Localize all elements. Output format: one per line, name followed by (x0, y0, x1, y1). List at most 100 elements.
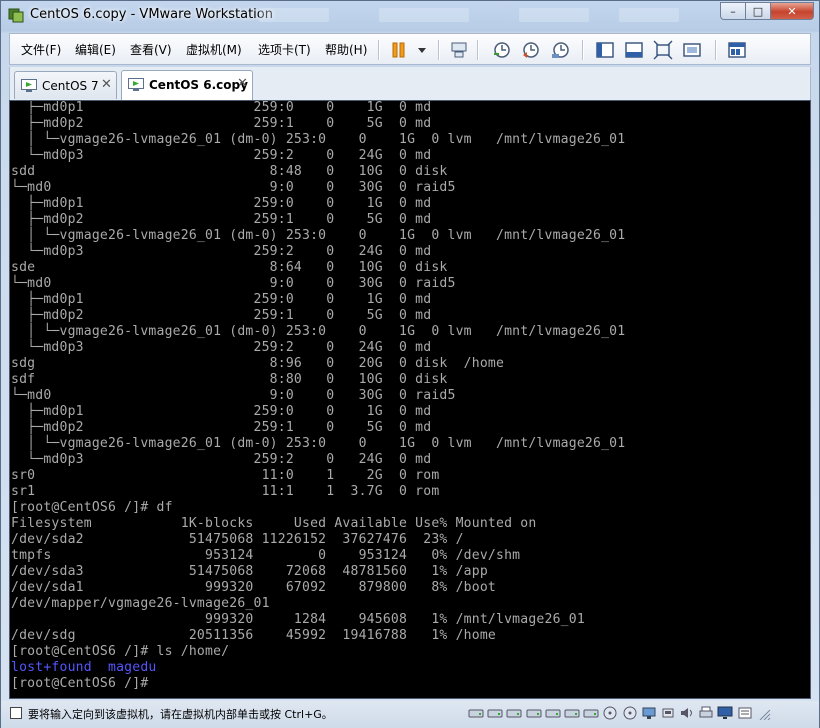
menu-vm[interactable]: 虚拟机(M) (186, 41, 242, 58)
title-bar[interactable]: CentOS 6.copy - VMware Workstation – □ ✕ (1, 1, 819, 31)
console-line: ├─md0p1 259:0 0 1G 0 md (11, 292, 432, 307)
status-bar: 要将输入定向到该虚拟机，请在虚拟机内部单击或按 Ctrl+G。 (1, 701, 819, 728)
console-line: └─md0p3 259:2 0 24G 0 md (11, 148, 432, 163)
thumbnail-icon[interactable] (727, 40, 747, 60)
console-view-icon[interactable] (624, 40, 644, 60)
network-adapter-icon[interactable] (641, 706, 657, 720)
console-line: sdg 8:96 0 20G 0 disk /home (11, 356, 505, 371)
console-line: │ └─vgmage26-lvmage26_01 (dm-0) 253:0 0 … (11, 132, 626, 147)
menu-view[interactable]: 查看(V) (130, 41, 172, 58)
window-controls: – □ ✕ (720, 2, 814, 20)
toolbar-separator (477, 40, 479, 60)
console-line: sde 8:64 0 10G 0 disk (11, 260, 448, 275)
resize-grip-icon[interactable] (756, 706, 772, 720)
console-line: ├─md0p1 259:0 0 1G 0 md (11, 404, 432, 419)
close-icon: ✕ (787, 4, 797, 18)
console-line: sdd 8:48 0 10G 0 disk (11, 164, 448, 179)
console-line: /dev/sdg 20511356 45992 19416788 1% /hom… (11, 628, 496, 643)
console-line: Filesystem 1K-blocks Used Available Use%… (11, 516, 537, 531)
console-line: [root@CentOS6 /]# ls /home/ (11, 644, 230, 659)
minimize-icon: – (730, 4, 736, 18)
console-output: ├─md0p1 259:0 0 1G 0 md ├─md0p2 259:1 0 … (11, 100, 626, 692)
minimize-button[interactable]: – (720, 2, 746, 20)
menu-file[interactable]: 文件(F) (21, 41, 61, 58)
sound-card-icon[interactable] (679, 706, 695, 720)
console-line: /dev/sda1 999320 67092 879800 8% /boot (11, 580, 496, 595)
toolbar-separator (378, 40, 380, 60)
menu-edit[interactable]: 编辑(E) (75, 41, 116, 58)
snapshot-manager-icon[interactable] (551, 40, 571, 60)
console-line: ├─md0p2 259:1 0 5G 0 md (11, 308, 432, 323)
vm-icon (21, 79, 37, 92)
cd-rom-icon[interactable] (602, 706, 618, 720)
message-log-icon[interactable] (737, 706, 753, 720)
vm-console[interactable]: ├─md0p1 259:0 0 1G 0 md ├─md0p2 259:1 0 … (9, 100, 811, 699)
cd-rom-icon[interactable] (622, 706, 638, 720)
dropdown-arrow-icon[interactable] (412, 40, 432, 60)
info-icon (10, 707, 22, 719)
tab-close-icon[interactable]: ✕ (237, 76, 248, 91)
hard-disk-icon[interactable] (526, 706, 542, 720)
vmware-window: CentOS 6.copy - VMware Workstation – □ ✕… (0, 0, 820, 728)
console-line: ├─md0p1 259:0 0 1G 0 md (11, 196, 432, 211)
console-line: 999320 1284 945608 1% /mnt/lvmage26_01 (11, 612, 585, 627)
console-line: sr0 11:0 1 2G 0 rom (11, 468, 440, 483)
vmware-app-icon (8, 8, 24, 23)
send-ctrl-alt-del-icon[interactable] (449, 40, 469, 60)
console-line: └─md0p3 259:2 0 24G 0 md (11, 244, 432, 259)
printer-icon[interactable] (698, 706, 714, 720)
console-line: sdf 8:80 0 10G 0 disk (11, 372, 448, 387)
tab-centos-6-copy[interactable]: CentOS 6.copy ✕ (121, 70, 253, 100)
close-button[interactable]: ✕ (770, 2, 814, 20)
console-line: [root@CentOS6 /]# df (11, 500, 173, 515)
console-line: └─md0 9:0 0 30G 0 raid5 (11, 388, 456, 403)
hard-disk-icon[interactable] (468, 706, 484, 720)
sidebar-toggle-icon[interactable] (595, 40, 615, 60)
vm-tab-strip: CentOS 7 ✕ CentOS 6.copy ✕ (9, 67, 811, 100)
console-line: ├─md0p1 259:0 0 1G 0 md (11, 100, 432, 115)
console-line: ├─md0p2 259:1 0 5G 0 md (11, 116, 432, 131)
menu-help[interactable]: 帮助(H) (325, 41, 367, 58)
toolbar-separator (582, 40, 584, 60)
console-line: └─md0p3 259:2 0 24G 0 md (11, 340, 432, 355)
snapshot-take-icon[interactable] (492, 40, 512, 60)
console-line: └─md0p3 259:2 0 24G 0 md (11, 452, 432, 467)
console-line: /dev/sda3 51475068 72068 48781560 1% /ap… (11, 564, 488, 579)
console-line: sr1 11:1 1 3.7G 0 rom (11, 484, 440, 499)
console-line: tmpfs 953124 0 953124 0% /dev/shm (11, 548, 521, 563)
unity-icon[interactable] (682, 40, 702, 60)
usb-icon[interactable] (660, 706, 676, 720)
menu-toolbar: 文件(F) 编辑(E) 查看(V) 虚拟机(M) 选项卡(T) 帮助(H) (9, 33, 811, 65)
window-title: CentOS 6.copy - VMware Workstation (30, 7, 273, 22)
console-line: ├─md0p2 259:1 0 5G 0 md (11, 420, 432, 435)
hard-disk-icon[interactable] (506, 706, 522, 720)
hard-disk-icon[interactable] (583, 706, 599, 720)
console-line: ├─md0p2 259:1 0 5G 0 md (11, 212, 432, 227)
background-window-ghosts (259, 8, 699, 22)
vm-icon (128, 78, 144, 91)
fullscreen-icon[interactable] (653, 40, 673, 60)
console-line: lost+found magedu (11, 660, 157, 675)
maximize-icon: □ (752, 4, 764, 18)
console-line: └─md0 9:0 0 30G 0 raid5 (11, 276, 456, 291)
hard-disk-icon[interactable] (487, 706, 503, 720)
console-line: └─md0 9:0 0 30G 0 raid5 (11, 180, 456, 195)
console-line: [root@CentOS6 /]# (11, 676, 149, 691)
console-line: │ └─vgmage26-lvmage26_01 (dm-0) 253:0 0 … (11, 228, 626, 243)
pause-icon[interactable] (389, 40, 409, 60)
device-icons (468, 706, 775, 720)
console-line: │ └─vgmage26-lvmage26_01 (dm-0) 253:0 0 … (11, 436, 626, 451)
status-message: 要将输入定向到该虚拟机，请在虚拟机内部单击或按 Ctrl+G。 (28, 708, 333, 721)
tab-centos-7[interactable]: CentOS 7 ✕ (14, 71, 117, 99)
display-icon[interactable] (717, 706, 733, 720)
hard-disk-icon[interactable] (545, 706, 561, 720)
hard-disk-icon[interactable] (564, 706, 580, 720)
tab-close-icon[interactable]: ✕ (101, 77, 112, 92)
console-line: /dev/mapper/vgmage26-lvmage26_01 (11, 596, 270, 611)
toolbar-separator (438, 40, 440, 60)
snapshot-revert-icon[interactable] (521, 40, 541, 60)
tab-label: CentOS 6.copy (149, 78, 248, 92)
maximize-button[interactable]: □ (745, 2, 771, 20)
menu-tabs[interactable]: 选项卡(T) (258, 41, 311, 58)
toolbar-separator (715, 40, 717, 60)
